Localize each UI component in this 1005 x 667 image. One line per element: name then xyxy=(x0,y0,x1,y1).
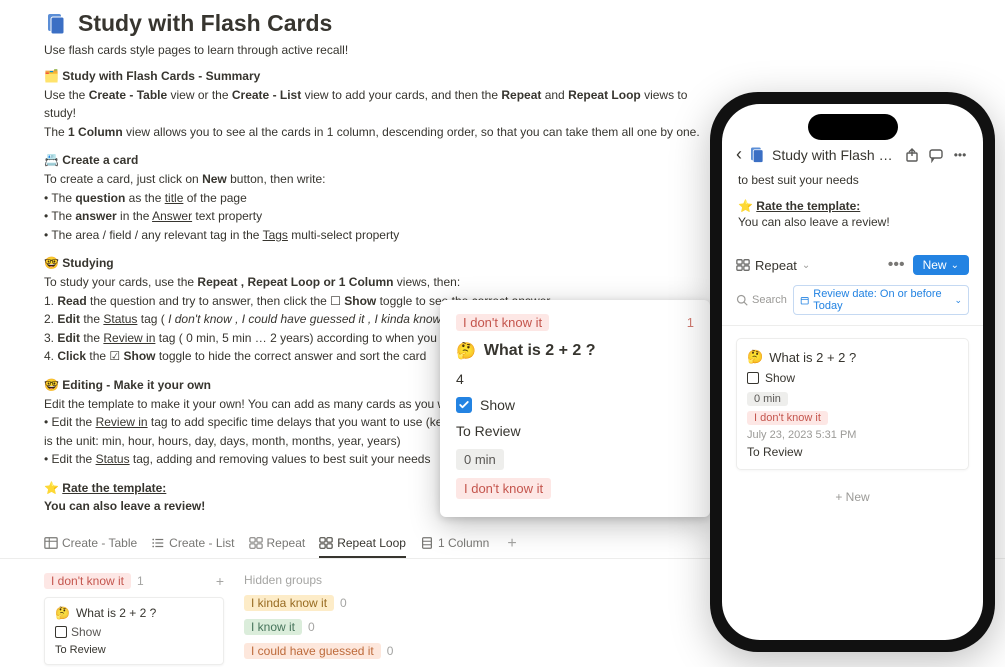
card-popup: I don't know it 1 🤔What is 2 + 2 ? 4 Sho… xyxy=(440,300,710,517)
page-subtitle: Use flash cards style pages to learn thr… xyxy=(44,43,701,57)
popup-count: 1 xyxy=(687,315,694,330)
phone-notch xyxy=(808,114,898,140)
hidden-groups: Hidden groups I kinda know it0 I know it… xyxy=(244,573,424,667)
phone-filterbar: Search Review date: On or before Today ⌄ xyxy=(722,281,983,326)
summary-section: 🗂️ Study with Flash Cards - Summary Use … xyxy=(44,67,701,141)
show-checkbox[interactable] xyxy=(747,372,759,384)
group-tag[interactable]: I kinda know it xyxy=(244,595,334,611)
delay-tag[interactable]: 0 min xyxy=(747,392,788,406)
chevron-down-icon: ⌄ xyxy=(954,295,962,306)
comments-icon[interactable] xyxy=(927,146,945,164)
popup-status-tag[interactable]: I don't know it xyxy=(456,478,551,499)
page-icon xyxy=(44,12,68,36)
create-section: 📇 Create a card To create a card, just c… xyxy=(44,151,701,244)
phone-title: Study with Flash Cards… xyxy=(772,147,897,163)
group-tag[interactable]: I don't know it xyxy=(44,573,131,589)
thinking-icon: 🤔 xyxy=(456,341,476,361)
back-icon[interactable]: ‹ xyxy=(736,144,742,165)
popup-delay-tag[interactable]: 0 min xyxy=(456,449,504,470)
phone-mockup: ‹ Study with Flash Cards… ••• to best su… xyxy=(710,92,995,652)
phone-filter-chip[interactable]: Review date: On or before Today ⌄ xyxy=(793,285,969,315)
show-checkbox-checked[interactable] xyxy=(456,397,472,413)
show-checkbox[interactable] xyxy=(55,626,67,638)
phone-new-button[interactable]: New⌄ xyxy=(913,255,969,275)
phone-toolbar: Repeat ⌄ ••• New⌄ xyxy=(722,249,983,281)
status-tag[interactable]: I don't know it xyxy=(747,411,828,425)
tab-repeat[interactable]: Repeat xyxy=(249,530,306,558)
group-tag[interactable]: I could have guessed it xyxy=(244,643,381,659)
popup-review: To Review xyxy=(456,423,694,439)
more-icon[interactable]: ••• xyxy=(951,146,969,164)
chevron-down-icon: ⌄ xyxy=(802,260,810,271)
tab-create-list[interactable]: Create - List xyxy=(151,530,234,558)
board-card[interactable]: 🤔What is 2 + 2 ? Show To Review xyxy=(44,597,224,665)
share-icon[interactable] xyxy=(903,146,921,164)
tab-repeat-loop[interactable]: Repeat Loop xyxy=(319,530,406,558)
tab-one-column[interactable]: 1 Column xyxy=(420,530,489,558)
phone-add-card[interactable]: + New xyxy=(722,482,983,512)
phone-card-date: July 23, 2023 5:31 PM xyxy=(747,429,958,441)
tab-create-table[interactable]: Create - Table xyxy=(44,530,137,558)
add-view-button[interactable]: + xyxy=(503,535,520,553)
phone-more-icon[interactable]: ••• xyxy=(888,256,905,274)
phone-search[interactable]: Search xyxy=(736,294,787,306)
group-tag[interactable]: I know it xyxy=(244,619,302,635)
thinking-icon: 🤔 xyxy=(747,349,763,365)
page-title: Study with Flash Cards xyxy=(78,10,332,37)
popup-title: 🤔What is 2 + 2 ? xyxy=(456,341,694,361)
phone-view-selector[interactable]: Repeat ⌄ xyxy=(736,258,810,273)
page-icon xyxy=(748,146,766,164)
phone-card[interactable]: 🤔What is 2 + 2 ? Show 0 min I don't know… xyxy=(736,338,969,470)
thinking-icon: 🤔 xyxy=(55,606,70,620)
add-card-button[interactable]: + xyxy=(216,573,224,589)
board-group: I don't know it 1 + 🤔What is 2 + 2 ? Sho… xyxy=(44,573,224,667)
popup-tag[interactable]: I don't know it xyxy=(456,314,549,331)
group-count: 1 xyxy=(137,574,144,588)
popup-answer: 4 xyxy=(456,371,694,387)
rate-link[interactable]: Rate the template: xyxy=(62,481,166,495)
phone-rate-link[interactable]: Rate the template: xyxy=(756,199,860,213)
